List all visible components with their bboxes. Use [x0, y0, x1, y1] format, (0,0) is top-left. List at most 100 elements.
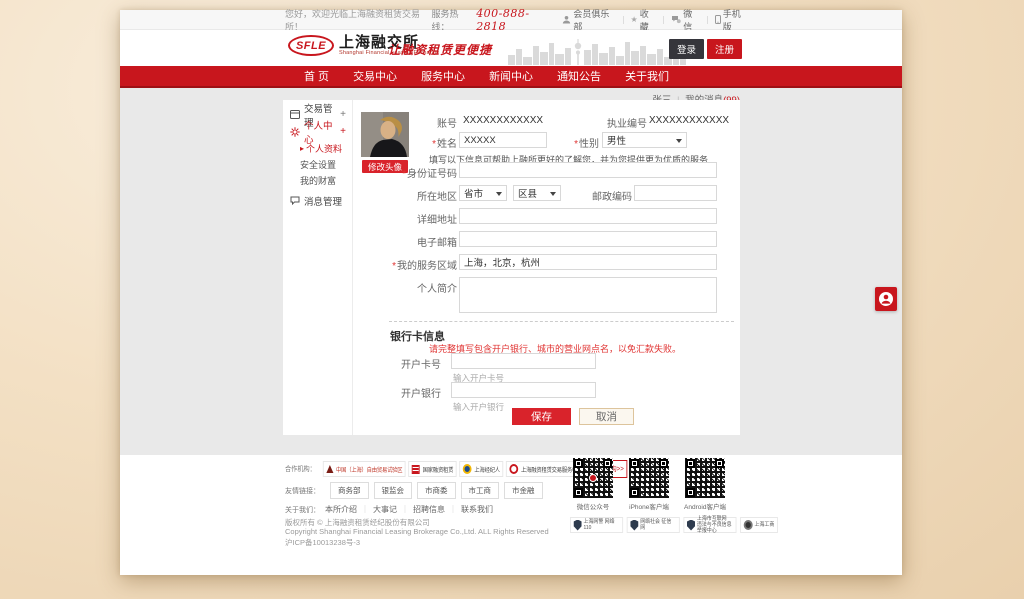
expand-icon[interactable]: + — [340, 127, 346, 137]
shield-icon — [574, 520, 582, 531]
slogan-text: 让融资租赁更便捷 — [388, 41, 492, 58]
section-divider — [389, 321, 734, 322]
service-area-input[interactable] — [459, 254, 717, 270]
about-links-row: 关于我们： 本所介绍｜ 大事记｜ 招聘信息｜ 联系我们 — [285, 504, 493, 515]
about-link-intro[interactable]: 本所介绍 — [325, 504, 357, 515]
expand-icon[interactable]: + — [340, 110, 346, 120]
cert-badge-shanghai-aic[interactable]: 上海工商 — [740, 517, 778, 533]
friend-links-row: 友情链接： 商务部 银监会 市商委 市工商 市金融 — [285, 482, 543, 499]
sidebar-item-personal-center[interactable]: 个人中心 + — [283, 123, 352, 140]
nav-item-news-center[interactable]: 新闻中心 — [477, 68, 545, 84]
partner-badge-national-leasing[interactable]: 国家融资租赁 — [409, 461, 457, 477]
android-qr-code — [685, 458, 725, 498]
sidebar: 交易管理 + 个人中心 + ▸ 个人资料 安全设置 我的财富 — [283, 100, 353, 435]
caret-down-icon — [496, 192, 502, 199]
cert-badge-report-center[interactable]: 上海市互联网 违法与不良信息 举报中心 — [683, 517, 736, 533]
partner-badge-ftz[interactable]: 中国（上海）自由贸易试验区 — [323, 461, 406, 477]
certification-badges: 上海网警 网络110 网络社会 征信网 上海市互联网 违法与不良信息 举报中心 … — [570, 517, 778, 533]
email-label: 电子邮箱 — [353, 234, 457, 249]
province-select[interactable]: 省市 — [459, 185, 507, 201]
id-number-input[interactable] — [459, 162, 717, 178]
sidebar-item-security-settings[interactable]: 安全设置 — [283, 156, 352, 172]
register-button[interactable]: 注册 — [707, 39, 742, 59]
name-label: *姓名 — [353, 135, 457, 150]
cancel-button[interactable]: 取消 — [579, 408, 634, 425]
topbar-link-member-club[interactable]: 会员俱乐部 — [562, 7, 615, 33]
shield-icon — [630, 520, 638, 531]
nav-item-notices[interactable]: 通知公告 — [545, 68, 613, 84]
friend-link-commerce[interactable]: 市商委 — [417, 482, 456, 499]
round-seal-icon — [744, 520, 753, 530]
cert-badge-cyber-police[interactable]: 上海网警 网络110 — [570, 517, 623, 533]
service-area-label: *我的服务区域 — [353, 257, 457, 272]
friend-link-cbrc[interactable]: 银监会 — [374, 482, 413, 499]
red-ring-logo-icon — [510, 464, 519, 474]
topbar: 您好，欢迎光临上海融资租赁交易所！ 服务热线： 400-888-2818 会员俱… — [120, 10, 902, 30]
nav-item-trade-center[interactable]: 交易中心 — [341, 68, 409, 84]
shield-icon — [687, 520, 695, 531]
copyright-en: Copyright Shanghai Financial Leasing Bro… — [285, 527, 549, 536]
about-link-jobs[interactable]: 招聘信息 — [413, 504, 445, 515]
sidebar-item-personal-profile[interactable]: ▸ 个人资料 — [283, 140, 352, 156]
address-input[interactable] — [459, 208, 717, 224]
triangle-logo-icon — [326, 465, 333, 473]
footer: 合作机构： 中国（上海）自由贸易试验区 国家融资租赁 上海经纪人 上海融资租赁交… — [120, 455, 902, 575]
main-nav: 首 页 交易中心 服务中心 新闻中心 通知公告 关于我们 — [120, 66, 902, 88]
topbar-link-wechat[interactable]: 微信 — [671, 7, 700, 33]
icp-number: 沪ICP备10013238号-3 — [285, 537, 360, 548]
gender-label: *性别 — [535, 135, 599, 150]
qr-label-wechat: 微信公众号 — [572, 501, 614, 511]
divider — [623, 16, 624, 24]
bank-name-input[interactable] — [451, 382, 596, 398]
email-input[interactable] — [459, 231, 717, 247]
customer-service-icon — [878, 291, 894, 307]
wechat-icon — [671, 15, 681, 24]
active-marker-icon: ▸ — [300, 144, 304, 153]
name-input[interactable] — [459, 132, 547, 148]
hotline-number: 400-888-2818 — [476, 7, 555, 33]
friend-link-finance[interactable]: 市金融 — [504, 482, 543, 499]
mobile-phone-icon — [715, 15, 721, 24]
intro-textarea[interactable] — [459, 277, 717, 313]
content-area: 张三 | 我的消息(99) 交易管理 + 个人中心 + ▸ 个人资料 — [120, 88, 902, 455]
postcode-input[interactable] — [634, 185, 717, 201]
partner-badge-shanghai-broker[interactable]: 上海经纪人 — [459, 461, 503, 477]
greeting-text: 您好，欢迎光临上海融资租赁交易所！ — [285, 7, 431, 33]
wechat-logo-dot — [589, 474, 597, 482]
topbar-link-favorite[interactable]: ★ 收藏 — [631, 7, 657, 33]
qr-label-iphone: iPhone客户端 — [628, 501, 670, 511]
postcode-label: 邮政编码 — [535, 188, 632, 203]
city-skyline-graphic — [508, 37, 686, 65]
window-icon — [290, 110, 300, 119]
partners-label: 合作机构： — [285, 464, 316, 474]
about-link-contact[interactable]: 联系我们 — [461, 504, 493, 515]
nav-item-about-us[interactable]: 关于我们 — [613, 68, 681, 84]
profile-panel: 交易管理 + 个人中心 + ▸ 个人资料 安全设置 我的财富 — [283, 100, 740, 435]
profile-form: 修改头像 账号 XXXXXXXXXXXX 执业编号 XXXXXXXXXXXX *… — [353, 100, 740, 435]
bank-name-hint: 输入开户银行 — [453, 401, 504, 413]
license-label: 执业编号 — [607, 115, 647, 130]
about-label: 关于我们： — [285, 505, 320, 515]
gender-select[interactable]: 男性 — [602, 132, 687, 148]
red-square-logo-icon — [412, 465, 420, 474]
about-link-milestones[interactable]: 大事记 — [373, 504, 397, 515]
bank-name-label: 开户银行 — [353, 385, 441, 400]
login-button[interactable]: 登录 — [669, 39, 704, 59]
nav-item-home[interactable]: 首 页 — [292, 68, 341, 84]
save-button[interactable]: 保存 — [512, 408, 571, 425]
qr-label-android: Android客户端 — [684, 501, 726, 511]
sidebar-item-message-management[interactable]: 消息管理 — [283, 192, 352, 209]
iphone-qr-code — [629, 458, 669, 498]
round-logo-icon — [463, 464, 472, 474]
cert-badge-credit-network[interactable]: 网络社会 征信网 — [627, 517, 680, 533]
sidebar-item-my-wealth[interactable]: 我的财富 — [283, 172, 352, 188]
bank-card-input[interactable] — [451, 353, 596, 369]
gear-icon — [290, 127, 300, 137]
topbar-link-mobile[interactable]: 手机版 — [715, 7, 748, 33]
friend-link-aic[interactable]: 市工商 — [461, 482, 500, 499]
floating-service-button[interactable] — [875, 287, 897, 311]
friend-link-mofcom[interactable]: 商务部 — [330, 482, 369, 499]
intro-label: 个人简介 — [353, 280, 457, 295]
nav-item-service-center[interactable]: 服务中心 — [409, 68, 477, 84]
favorite-icon: ★ — [631, 16, 638, 24]
